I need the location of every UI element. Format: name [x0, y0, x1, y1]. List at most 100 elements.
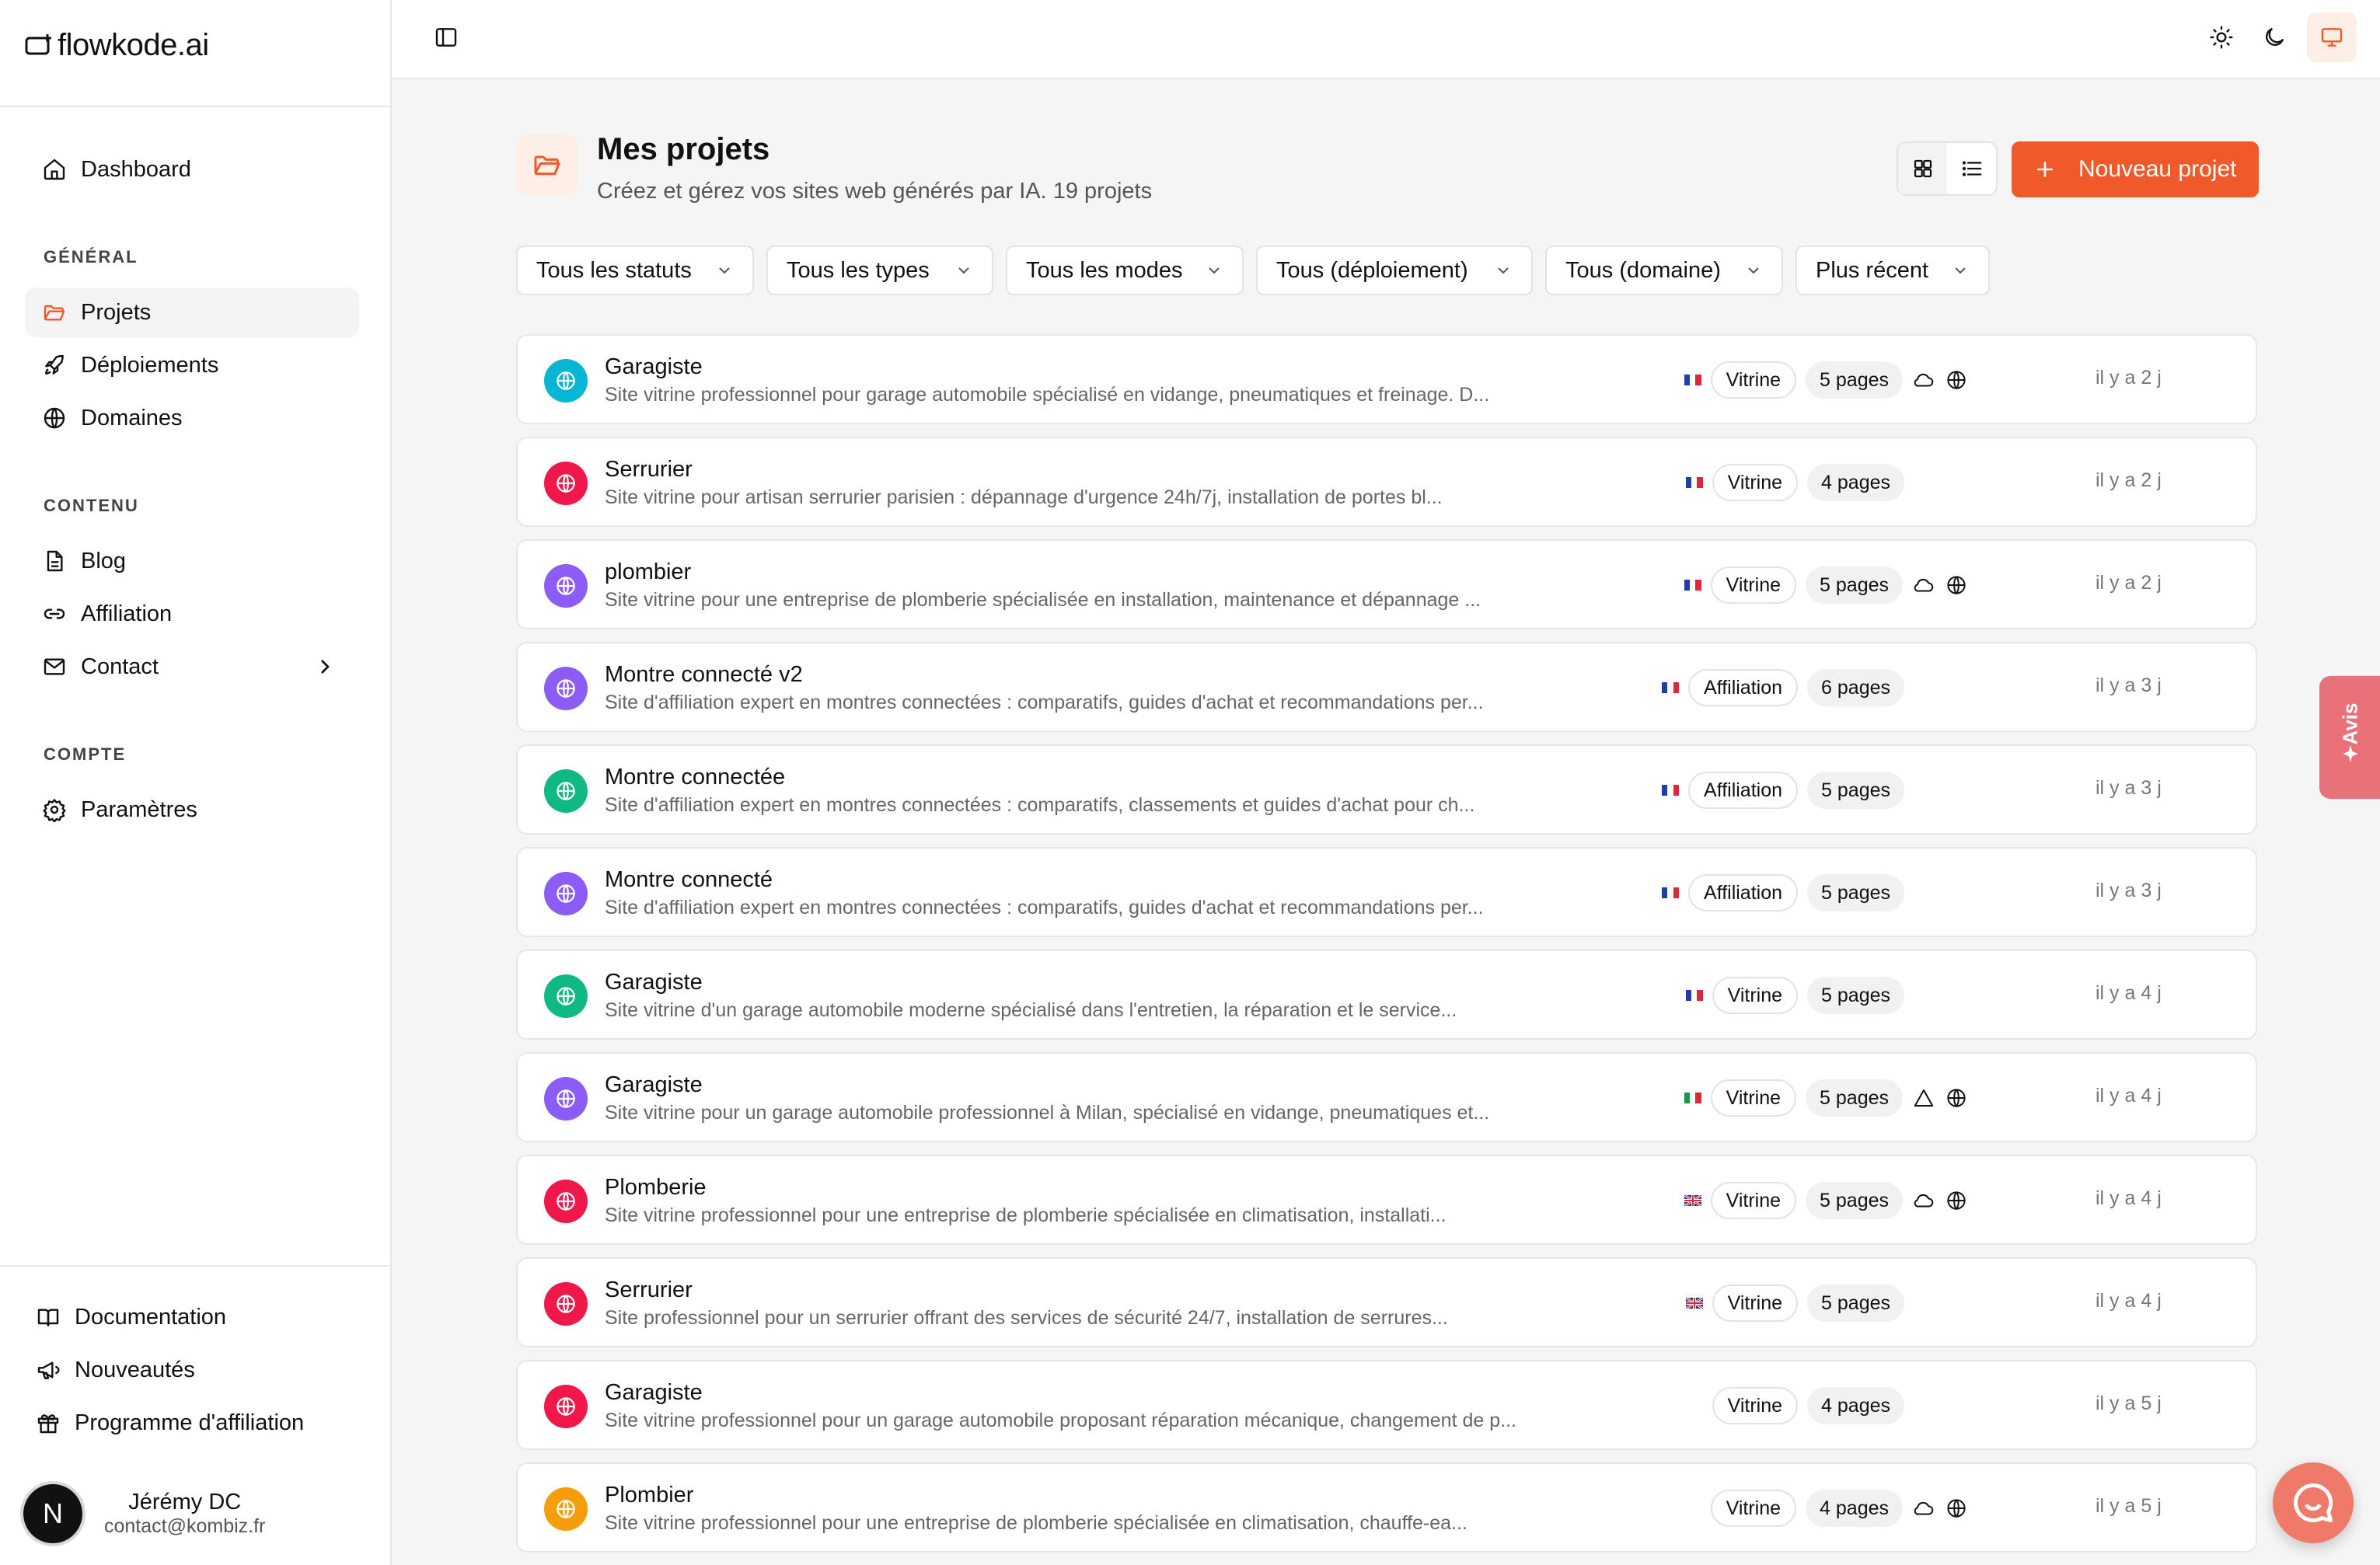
gift-icon	[37, 1414, 59, 1434]
project-updated-time: il y a 4 j	[2096, 982, 2162, 1004]
project-row[interactable]: Serrurier Site professionnel pour un serr…	[516, 1257, 2257, 1347]
project-row[interactable]: Serrurier Site vitrine pour artisan serru…	[516, 437, 2257, 527]
sidebar-item-affiliate-program[interactable]: Programme d'affiliation	[36, 1403, 304, 1442]
project-row[interactable]: plombier Site vitrine pour une entreprise…	[516, 539, 2257, 629]
project-description: Site d'affiliation expert en montres con…	[605, 897, 1484, 918]
project-description: Site vitrine pour une entreprise de plom…	[605, 589, 1481, 611]
logo-icon	[25, 34, 51, 55]
project-row[interactable]: Montre connectée Site d'affiliation exper…	[516, 744, 2257, 835]
project-type-badge: Affiliation	[1688, 874, 1799, 911]
domain-filter-value: Tous (domaine)	[1565, 257, 1721, 283]
project-updated-time: il y a 4 j	[2096, 1085, 2162, 1107]
mode-filter[interactable]: Tous les modes	[1006, 246, 1244, 295]
new-project-button[interactable]: Nouveau projet	[2012, 141, 2259, 197]
system-theme-button[interactable]	[2307, 12, 2357, 62]
list-view-button[interactable]	[1947, 143, 1996, 194]
project-meta: Vitrine 5 pages	[1684, 361, 1968, 399]
feedback-tab[interactable]: Avis	[2319, 676, 2380, 799]
sidebar-panel-icon	[435, 28, 457, 47]
project-row[interactable]: Garagiste Site vitrine professionnel pour…	[516, 1360, 2257, 1450]
user-profile[interactable]: N Jérémy DC contact@kombiz.fr	[23, 1484, 265, 1543]
project-pages-badge: 5 pages	[1807, 1284, 1904, 1322]
toggle-sidebar-button[interactable]	[421, 12, 471, 62]
chevron-down-icon	[958, 267, 969, 274]
status-filter[interactable]: Tous les statuts	[516, 246, 754, 295]
sidebar-item-dashboard[interactable]: Dashboard	[25, 145, 359, 194]
deployment-filter[interactable]: Tous (déploiement)	[1256, 246, 1533, 295]
flag-fr-icon	[1662, 785, 1680, 796]
sidebar-item-label: Projets	[81, 299, 152, 325]
project-meta: Affiliation 5 pages	[1662, 771, 1904, 810]
grid-icon	[1914, 159, 1932, 178]
project-row[interactable]: Garagiste Site vitrine professionnel pour…	[516, 334, 2257, 424]
project-type-badge: Vitrine	[1710, 1182, 1797, 1219]
project-pages-badge: 5 pages	[1806, 1079, 1903, 1117]
dark-theme-button[interactable]	[2249, 12, 2299, 62]
project-globe-icon	[544, 769, 588, 813]
project-globe-icon	[544, 564, 588, 608]
domain-filter[interactable]: Tous (domaine)	[1545, 246, 1783, 295]
section-label-general: GÉNÉRAL	[44, 247, 138, 267]
project-name: Plomberie	[605, 1175, 707, 1200]
sparkle-icon	[2343, 744, 2358, 762]
project-description: Site d'affiliation expert en montres con…	[605, 794, 1475, 816]
sidebar: flowkode.ai Dashboard GÉNÉRAL Projets Dé…	[0, 0, 392, 1565]
project-type-badge: Vitrine	[1710, 1490, 1797, 1527]
type-filter-value: Tous les types	[787, 257, 930, 283]
list-icon	[1962, 161, 1981, 176]
project-meta: Vitrine 5 pages	[1684, 1181, 1968, 1220]
cloud-icon	[1912, 1497, 1935, 1520]
sidebar-item-news[interactable]: Nouveautés	[36, 1351, 195, 1389]
sidebar-item-affiliation[interactable]: Affiliation	[25, 589, 359, 639]
sidebar-item-contact[interactable]: Contact	[25, 642, 359, 692]
sidebar-item-projects[interactable]: Projets	[25, 288, 359, 337]
project-type-badge: Vitrine	[1712, 1284, 1799, 1322]
rocket-icon	[45, 354, 64, 375]
project-pages-badge: 4 pages	[1806, 1490, 1903, 1527]
project-description: Site vitrine professionnel pour une entr…	[605, 1512, 1467, 1534]
project-row[interactable]: Garagiste Site vitrine pour un garage aut…	[516, 1052, 2257, 1142]
divider	[0, 1265, 390, 1267]
sidebar-item-settings[interactable]: Paramètres	[25, 785, 359, 835]
view-toggle	[1897, 141, 1998, 196]
project-globe-icon	[544, 1282, 588, 1326]
project-meta: Vitrine 4 pages	[1685, 463, 1904, 502]
project-description: Site professionnel pour un serrurier off…	[605, 1307, 1448, 1329]
logo[interactable]: flowkode.ai	[25, 26, 209, 64]
project-row[interactable]: Plomberie Site vitrine professionnel pour…	[516, 1155, 2257, 1245]
project-globe-icon	[544, 1385, 588, 1428]
sidebar-item-blog[interactable]: Blog	[25, 536, 359, 586]
project-row[interactable]: Garagiste Site vitrine d'un garage automo…	[516, 950, 2257, 1040]
chevron-down-icon	[1209, 267, 1220, 274]
project-updated-time: il y a 2 j	[2096, 469, 2162, 491]
light-theme-button[interactable]	[2197, 12, 2246, 62]
sidebar-item-label: Programme d'affiliation	[75, 1410, 305, 1435]
flag-fr-icon	[1662, 887, 1680, 898]
grid-view-button[interactable]	[1898, 143, 1947, 194]
flag-fr-icon	[1684, 375, 1701, 385]
project-row[interactable]: Montre connecté Site d'affiliation expert…	[516, 847, 2257, 937]
chat-button[interactable]	[2273, 1462, 2354, 1543]
project-row[interactable]: Montre connecté v2 Site d'affiliation exp…	[516, 642, 2257, 732]
sort-filter[interactable]: Plus récent	[1795, 246, 1990, 295]
plus-icon	[2037, 162, 2053, 177]
sidebar-item-label: Blog	[81, 548, 127, 573]
project-description: Site vitrine professionnel pour un garag…	[605, 1410, 1516, 1431]
sidebar-item-label: Affiliation	[81, 601, 173, 626]
flag-fr-icon	[1685, 990, 1703, 1001]
project-pages-badge: 5 pages	[1806, 566, 1903, 604]
project-name: Montre connecté	[605, 867, 773, 892]
project-updated-time: il y a 4 j	[2096, 1187, 2162, 1209]
status-filter-value: Tous les statuts	[536, 257, 692, 283]
project-updated-time: il y a 3 j	[2096, 777, 2162, 799]
project-row[interactable]: Plombier Site vitrine professionnel pour …	[516, 1462, 2257, 1553]
sidebar-item-domains[interactable]: Domaines	[25, 393, 359, 443]
project-meta: Affiliation 6 pages	[1662, 668, 1904, 707]
sidebar-item-deployments[interactable]: Déploiements	[25, 340, 359, 390]
type-filter[interactable]: Tous les types	[766, 246, 993, 295]
folder-open-icon	[534, 155, 560, 176]
sidebar-item-documentation[interactable]: Documentation	[36, 1298, 226, 1337]
book-open-icon	[37, 1309, 59, 1326]
project-type-badge: Affiliation	[1688, 772, 1799, 809]
chevron-right-icon	[321, 660, 330, 674]
